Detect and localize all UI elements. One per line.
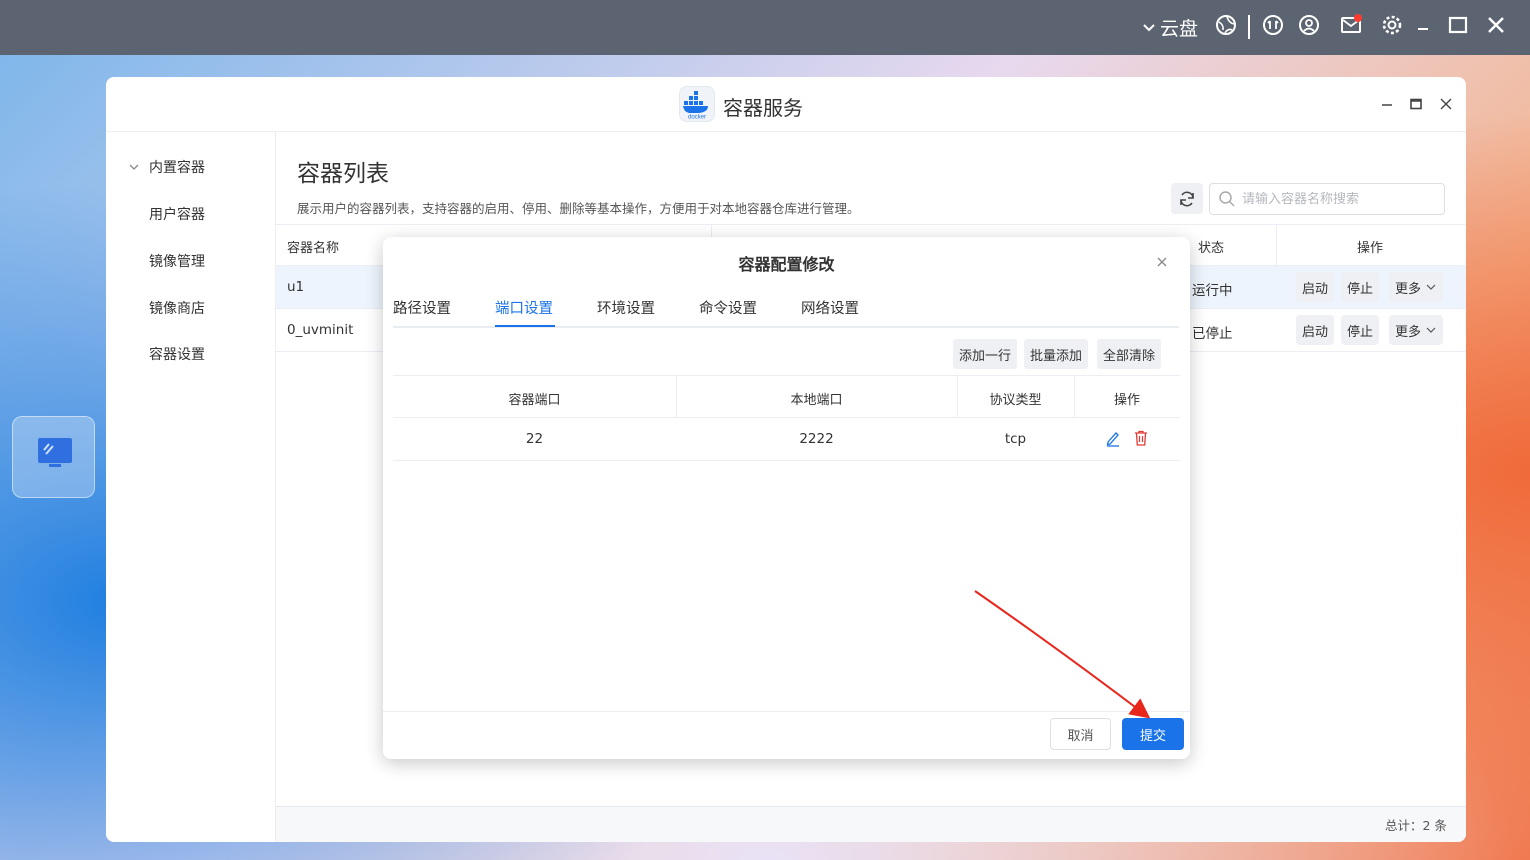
sidebar-item-image-store[interactable]: 镜像商店: [149, 298, 205, 318]
minimize-icon[interactable]: [1411, 13, 1435, 37]
config-edit-dialog: 容器配置修改 路径设置 端口设置 环境设置 命令设置 网络设置 添加一行 批量添…: [383, 237, 1190, 759]
stop-button[interactable]: 停止: [1341, 315, 1380, 345]
tab-env-settings[interactable]: 环境设置: [597, 297, 655, 318]
globe-icon[interactable]: [1214, 13, 1238, 37]
container-status: 已停止: [1192, 326, 1233, 342]
protocol-value: tcp: [1004, 431, 1027, 447]
chevron-down-icon: [129, 164, 139, 170]
total-count: 总计：2 条: [1385, 818, 1447, 833]
divider: [1248, 15, 1250, 39]
cloud-label: 云盘: [1160, 18, 1199, 40]
container-name: u1: [287, 279, 305, 295]
sidebar-item-container-settings[interactable]: 容器设置: [149, 344, 205, 364]
more-button[interactable]: 更多: [1389, 315, 1444, 345]
clear-all-button[interactable]: 全部清除: [1097, 339, 1162, 369]
container-name: 0_uvminit: [287, 322, 354, 338]
column-header-actions: 操作: [1113, 393, 1140, 408]
chevron-down-icon: [1143, 23, 1155, 31]
active-tab-indicator: [495, 325, 555, 327]
stop-button[interactable]: 停止: [1341, 272, 1380, 302]
dialog-close-icon[interactable]: [1153, 253, 1171, 271]
search-input[interactable]: [1242, 191, 1432, 207]
chevron-down-icon: [1426, 327, 1436, 333]
container-port-value: 22: [525, 431, 544, 447]
refresh-button[interactable]: [1171, 183, 1203, 214]
dialog-tabs: 路径设置 端口设置 环境设置 命令设置 网络设置: [393, 287, 1179, 328]
table-row: 22 2222 tcp: [393, 418, 1180, 461]
column-header-protocol: 协议类型: [989, 393, 1042, 408]
edit-icon[interactable]: [1104, 429, 1122, 451]
window-titlebar: docker 容器服务: [106, 77, 1466, 132]
delete-icon[interactable]: [1132, 429, 1150, 451]
more-button[interactable]: 更多: [1389, 272, 1444, 302]
tab-network-settings[interactable]: 网络设置: [801, 297, 859, 318]
user-icon[interactable]: [1297, 13, 1321, 37]
sidebar-group-label: 内置容器: [149, 160, 205, 176]
window-minimize-icon[interactable]: [1377, 94, 1397, 114]
refresh-icon: [1180, 191, 1194, 206]
more-label: 更多: [1395, 281, 1422, 297]
search-box: [1209, 183, 1445, 215]
column-header-actions: 操作: [1357, 241, 1384, 256]
sidebar: 内置容器 用户容器 镜像管理 镜像商店 容器设置: [106, 132, 276, 842]
column-header-name: 容器名称: [287, 241, 340, 256]
monitor-icon: [38, 438, 72, 467]
add-row-button[interactable]: 添加一行: [953, 339, 1018, 369]
window-close-icon[interactable]: [1436, 94, 1456, 114]
tab-command-settings[interactable]: 命令设置: [699, 297, 757, 318]
column-header-status: 状态: [1198, 241, 1225, 256]
tab-port-settings[interactable]: 端口设置: [495, 297, 553, 318]
notification-dot: [1354, 14, 1362, 22]
search-icon: [1219, 191, 1235, 207]
start-button[interactable]: 启动: [1296, 315, 1335, 345]
column-header-container-port: 容器端口: [508, 393, 561, 408]
port-table-header: 容器端口 本地端口 协议类型 操作: [393, 375, 1180, 418]
more-label: 更多: [1395, 324, 1422, 340]
upload-icon[interactable]: [1261, 13, 1285, 37]
column-divider: [1276, 225, 1277, 266]
svg-text:docker: docker: [688, 115, 706, 121]
desktop-shortcut[interactable]: [12, 416, 95, 498]
dialog-footer-divider: [383, 711, 1190, 712]
chevron-down-icon: [1426, 284, 1436, 290]
cancel-button[interactable]: 取消: [1050, 718, 1111, 750]
page-title: 容器列表: [297, 161, 389, 187]
close-icon[interactable]: [1484, 13, 1508, 37]
docker-logo: docker: [679, 86, 715, 122]
submit-button[interactable]: 提交: [1122, 718, 1184, 750]
settings-icon[interactable]: [1380, 13, 1404, 37]
sidebar-item-user-containers[interactable]: 用户容器: [149, 204, 205, 224]
window-maximize-icon[interactable]: [1406, 94, 1426, 114]
start-button[interactable]: 启动: [1296, 272, 1335, 302]
container-status: 运行中: [1192, 283, 1233, 299]
local-port-value: 2222: [799, 431, 834, 447]
tab-path-settings[interactable]: 路径设置: [393, 297, 451, 318]
system-bar: 云盘: [0, 0, 1530, 55]
window-title: 容器服务: [723, 96, 803, 120]
page-description: 展示用户的容器列表，支持容器的启用、停用、删除等基本操作，方便用于对本地容器仓库…: [297, 201, 860, 216]
sidebar-group-builtin[interactable]: 内置容器: [128, 157, 205, 177]
maximize-icon[interactable]: [1446, 13, 1470, 37]
cloud-menu[interactable]: 云盘: [1142, 14, 1198, 41]
sidebar-item-image-management[interactable]: 镜像管理: [149, 251, 205, 271]
batch-add-button[interactable]: 批量添加: [1024, 339, 1089, 369]
dialog-title: 容器配置修改: [738, 255, 835, 274]
table-footer: [276, 807, 1466, 842]
column-header-local-port: 本地端口: [790, 393, 843, 408]
